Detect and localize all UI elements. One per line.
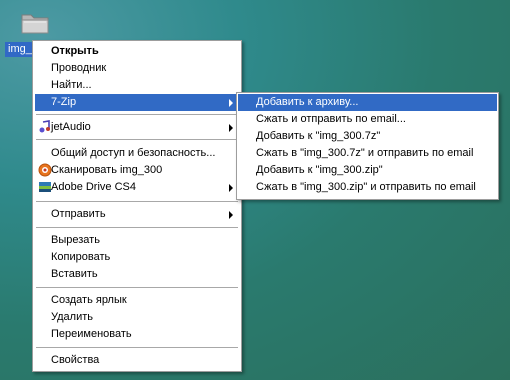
menu-separator [36, 227, 238, 228]
menu-separator [36, 201, 238, 202]
menu-item-jetaudio-label: jetAudio [51, 121, 91, 133]
submenu-item-add-zip[interactable]: Добавить к "img_300.zip" [238, 162, 497, 179]
menu-item-send-to[interactable]: Отправить [35, 206, 239, 223]
submenu-arrow-icon [229, 184, 233, 192]
menu-item-find[interactable]: Найти... [35, 77, 239, 94]
menu-item-send-to-label: Отправить [51, 208, 106, 220]
submenu-arrow-icon [229, 124, 233, 132]
submenu-item-compress-zip-email[interactable]: Сжать в "img_300.zip" и отправить по ema… [238, 179, 497, 196]
menu-item-7zip[interactable]: 7-Zip [35, 94, 239, 111]
menu-item-adobe-drive-label: Adobe Drive CS4 [51, 181, 136, 193]
sevenzip-submenu: Добавить к архиву... Сжать и отправить п… [236, 92, 499, 200]
menu-item-copy[interactable]: Копировать [35, 249, 239, 266]
submenu-arrow-icon [229, 211, 233, 219]
submenu-item-add-to-archive[interactable]: Добавить к архиву... [238, 94, 497, 111]
menu-separator [36, 139, 238, 140]
submenu-item-compress-email[interactable]: Сжать и отправить по email... [238, 111, 497, 128]
menu-item-7zip-label: 7-Zip [51, 96, 77, 108]
folder-icon [21, 14, 49, 34]
jetaudio-icon [39, 120, 50, 133]
menu-item-explorer[interactable]: Проводник [35, 60, 239, 77]
adobe-drive-icon [39, 182, 51, 192]
antivirus-scan-icon [38, 163, 52, 177]
menu-item-sharing[interactable]: Общий доступ и безопасность... [35, 145, 239, 162]
context-menu: Открыть Проводник Найти... 7-Zip jetAudi… [32, 40, 242, 372]
menu-item-create-shortcut[interactable]: Создать ярлык [35, 292, 239, 309]
menu-item-scan[interactable]: Сканировать img_300 [35, 162, 239, 179]
submenu-item-compress-7z-email[interactable]: Сжать в "img_300.7z" и отправить по emai… [238, 145, 497, 162]
menu-separator [36, 287, 238, 288]
menu-item-adobe-drive[interactable]: Adobe Drive CS4 [35, 179, 239, 196]
menu-item-properties[interactable]: Свойства [35, 352, 239, 369]
menu-item-cut[interactable]: Вырезать [35, 232, 239, 249]
menu-item-jetaudio[interactable]: jetAudio [35, 119, 239, 136]
menu-item-scan-label: Сканировать img_300 [51, 164, 163, 176]
menu-item-paste[interactable]: Вставить [35, 266, 239, 283]
menu-item-delete[interactable]: Удалить [35, 309, 239, 326]
menu-item-rename[interactable]: Переименовать [35, 326, 239, 343]
menu-separator [36, 114, 238, 115]
submenu-item-add-7z[interactable]: Добавить к "img_300.7z" [238, 128, 497, 145]
menu-separator [36, 347, 238, 348]
submenu-arrow-icon [229, 99, 233, 107]
menu-item-open[interactable]: Открыть [35, 43, 239, 60]
